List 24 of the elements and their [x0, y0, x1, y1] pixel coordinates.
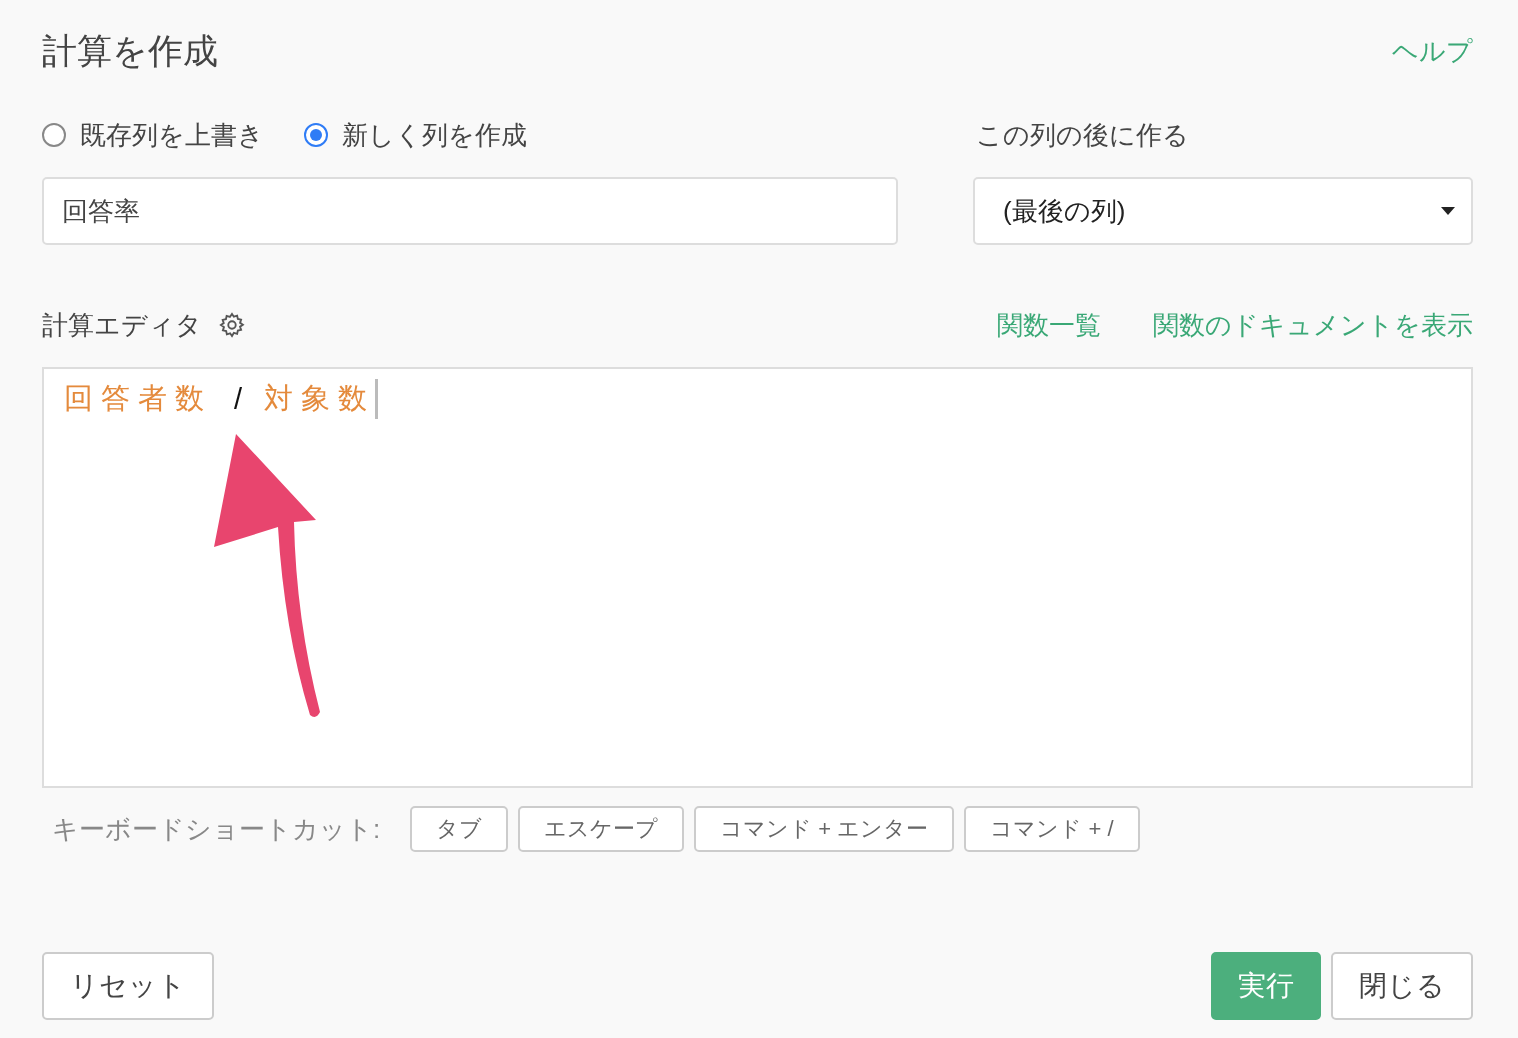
radio-button[interactable]: [42, 123, 66, 147]
formula-editor[interactable]: 回答者数 / 対象数: [42, 367, 1473, 788]
text-cursor: [375, 379, 379, 419]
radio-label[interactable]: 新しく列を作成: [342, 117, 527, 153]
close-button[interactable]: 閉じる: [1331, 952, 1473, 1020]
shortcut-key: コマンド + /: [964, 806, 1140, 852]
operator-token: /: [234, 382, 243, 416]
column-name-field[interactable]: 回答率: [42, 177, 898, 245]
editor-label: 計算エディタ: [42, 308, 202, 342]
radio-label[interactable]: 既存列を上書き: [80, 117, 264, 153]
shortcuts-label: キーボードショートカット:: [52, 812, 381, 846]
position-label: この列の後に作る: [975, 118, 1190, 152]
column-token: 対象数: [264, 381, 376, 416]
position-dropdown[interactable]: (最後の列): [973, 177, 1473, 245]
reset-button[interactable]: リセット: [42, 952, 214, 1020]
shortcut-key: コマンド + エンター: [694, 806, 955, 852]
shortcut-key: タブ: [410, 806, 509, 852]
radio-button[interactable]: [304, 123, 328, 147]
caret-icon: [1441, 207, 1455, 215]
shortcut-key: エスケープ: [518, 806, 685, 852]
column-token: 回答者数: [64, 381, 212, 416]
dropdown-value: (最後の列): [1003, 194, 1126, 228]
dialog-title: 計算を作成: [42, 30, 218, 72]
settings-icon[interactable]: [218, 311, 246, 339]
